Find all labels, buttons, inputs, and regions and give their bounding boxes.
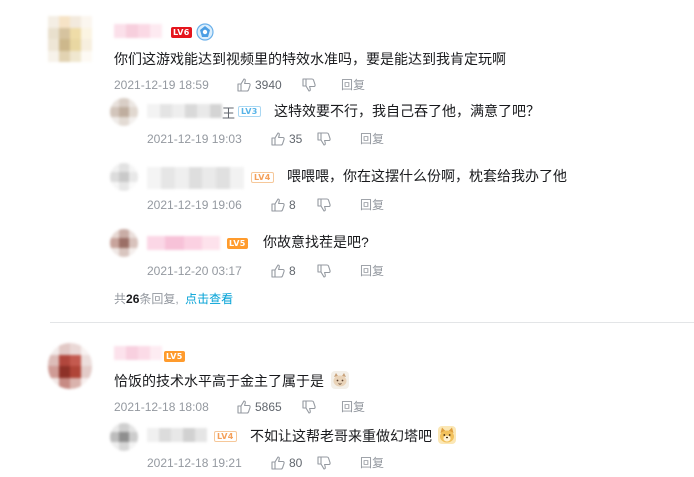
username[interactable]: [147, 104, 222, 118]
like-count: 8: [289, 264, 296, 278]
comment-date: 2021-12-19 18:59: [114, 78, 209, 92]
avatar[interactable]: [110, 163, 138, 191]
level-badge: LV4: [214, 431, 237, 442]
comment-meta: 2021-12-19 18:59 3940 回复: [114, 77, 414, 93]
guard-badge-icon: [196, 23, 214, 41]
reply-button[interactable]: 回复: [341, 399, 365, 415]
reply-text: 你故意找茬是吧?: [263, 234, 369, 250]
more-prefix: 共: [114, 292, 127, 306]
view-more-replies: 共26条回复, 点击查看: [114, 290, 233, 307]
thumbs-down-icon: [302, 400, 316, 414]
thumbs-up-icon: [271, 456, 285, 470]
comment-meta: 2021-12-18 18:08 5865 回复: [114, 399, 414, 415]
view-more-link[interactable]: 点击查看: [185, 292, 233, 306]
reply-text: 不如让这帮老哥来重做幻塔吧: [250, 426, 456, 445]
like-count: 5865: [255, 400, 282, 414]
level-badge: LV4: [251, 172, 274, 183]
comment-text-body: 恰饭的技术水平高于金主了属于是: [114, 373, 324, 389]
cat-face-emoji: [330, 371, 349, 389]
like-count: 8: [289, 198, 296, 212]
avatar[interactable]: [110, 423, 138, 451]
reply-meta: 2021-12-19 19:03 35 回复: [147, 131, 447, 147]
reply-meta: 2021-12-19 19:06 8 回复: [147, 197, 447, 213]
thumbs-down-icon: [302, 78, 316, 92]
reply-date: 2021-12-19 19:03: [147, 132, 242, 146]
reply-text: 这特效要不行，我自己吞了他，满意了吧？: [274, 103, 540, 119]
reply-meta: 2021-12-20 03:17 8 回复: [147, 263, 447, 279]
comment-text: 你们这游戏能达到视频里的特效水准吗，要是能达到我肯定玩啊: [114, 51, 506, 67]
thumbs-up-icon: [237, 78, 251, 92]
reply-date: 2021-12-20 03:17: [147, 264, 242, 278]
reply-button[interactable]: 回复: [360, 263, 384, 279]
reply-button[interactable]: 回复: [360, 131, 384, 147]
reply-button[interactable]: 回复: [341, 77, 365, 93]
doge-face-emoji: [437, 426, 456, 444]
comment-text: 恰饭的技术水平高于金主了属于是: [114, 371, 349, 390]
reply-button[interactable]: 回复: [360, 197, 384, 213]
reply-date: 2021-12-19 19:06: [147, 198, 242, 212]
avatar[interactable]: [110, 98, 138, 126]
avatar[interactable]: [110, 229, 138, 257]
avatar[interactable]: [48, 16, 92, 62]
comment-divider: [50, 322, 694, 323]
thumbs-up-icon: [271, 132, 285, 146]
thumbs-down-icon: [317, 456, 331, 470]
thumbs-up-icon: [271, 198, 285, 212]
username[interactable]: [114, 24, 162, 38]
reply-text-body: 不如让这帮老哥来重做幻塔吧: [250, 428, 432, 444]
like-count: 80: [289, 456, 303, 470]
like-count: 3940: [255, 78, 282, 92]
level-badge: LV3: [238, 106, 261, 117]
like-count: 35: [289, 132, 303, 146]
username[interactable]: [147, 236, 220, 250]
username[interactable]: [147, 428, 207, 442]
reply-count: 26: [126, 292, 140, 306]
username[interactable]: [114, 346, 162, 360]
level-badge: LV5: [164, 351, 185, 362]
avatar[interactable]: [48, 343, 92, 389]
thumbs-down-icon: [317, 264, 331, 278]
reply-button[interactable]: 回复: [360, 455, 384, 471]
thumbs-up-icon: [271, 264, 285, 278]
level-badge: LV5: [227, 238, 248, 249]
username[interactable]: [147, 167, 244, 189]
reply-date: 2021-12-18 19:21: [147, 456, 242, 470]
more-suffix: 条回复,: [139, 292, 179, 306]
thumbs-down-icon: [317, 132, 331, 146]
reply-meta: 2021-12-18 19:21 80 回复: [147, 455, 447, 471]
reply-text: 喂喂喂，你在这摆什么份啊，枕套给我办了他: [287, 168, 567, 184]
comment-date: 2021-12-18 18:08: [114, 400, 209, 414]
level-badge: LV6: [171, 27, 192, 38]
username-suffix: 王: [222, 106, 236, 121]
thumbs-down-icon: [317, 198, 331, 212]
thumbs-up-icon: [237, 400, 251, 414]
